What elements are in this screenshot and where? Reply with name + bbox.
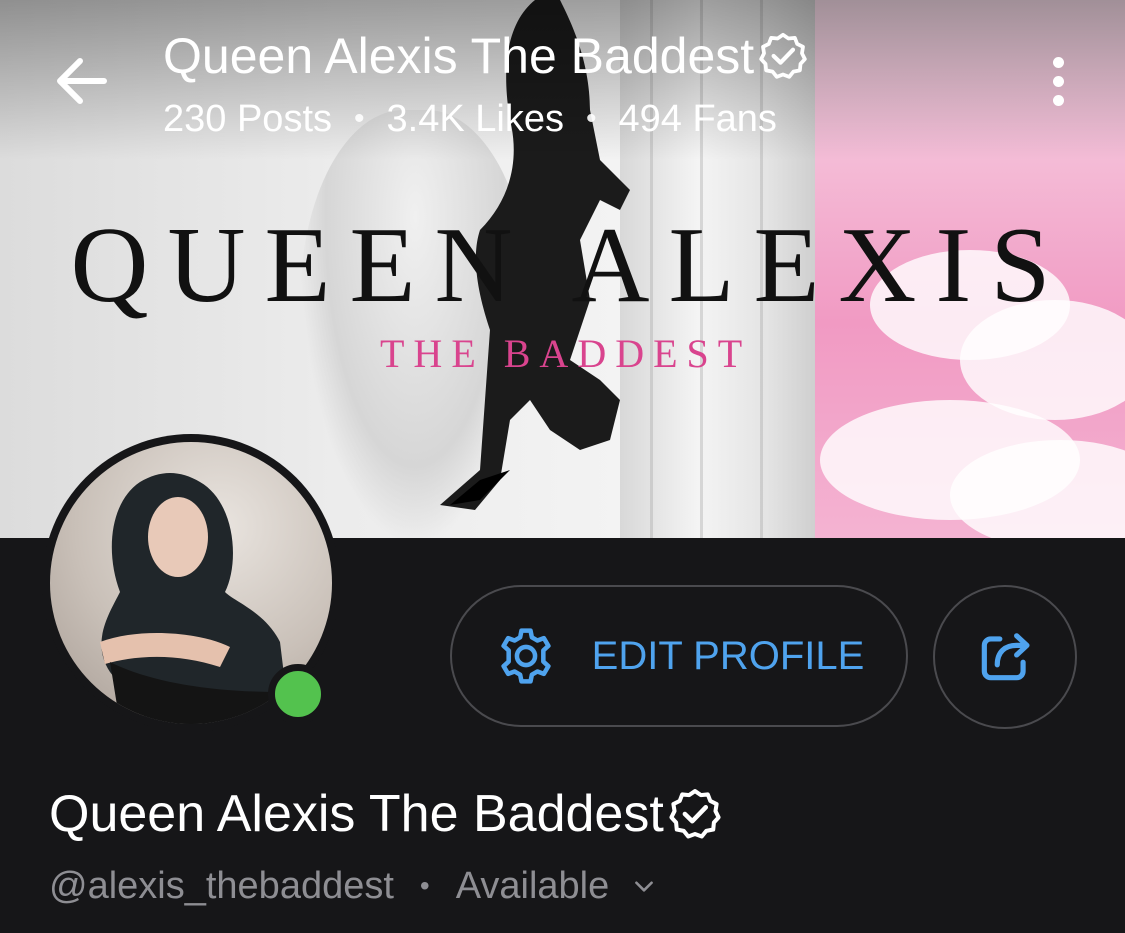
header-stats: 230 Posts • 3.4K Likes • 494 Fans xyxy=(163,96,777,142)
more-options-button[interactable] xyxy=(1038,52,1078,112)
separator-dot: • xyxy=(419,870,430,901)
share-button[interactable] xyxy=(933,585,1077,729)
separator-dot: • xyxy=(354,102,365,135)
verified-badge-icon xyxy=(759,32,807,79)
availability-dropdown[interactable]: Available xyxy=(456,862,658,910)
share-icon xyxy=(981,633,1030,681)
verified-badge-icon xyxy=(669,789,721,839)
username: @alexis_thebaddest xyxy=(49,865,394,907)
posts-count[interactable]: 230 Posts xyxy=(163,96,332,142)
cover-brand-title: QUEEN ALEXIS xyxy=(70,206,1070,325)
availability-status: Available xyxy=(455,865,610,907)
edit-profile-button[interactable]: EDIT PROFILE xyxy=(450,585,908,727)
header-title: Queen Alexis The Baddest xyxy=(163,26,808,86)
chevron-down-icon xyxy=(635,881,654,892)
profile-subline: @alexis_thebaddest • Available xyxy=(49,862,657,910)
cover-brand-subtitle: THE BADDEST xyxy=(380,331,752,376)
back-button[interactable] xyxy=(52,52,110,110)
arrow-left-icon xyxy=(57,58,107,104)
more-vertical-icon xyxy=(1038,57,1078,106)
fans-count[interactable]: 494 Fans xyxy=(618,96,776,142)
profile-display-name: Queen Alexis The Baddest xyxy=(49,782,722,846)
display-name-text: Queen Alexis The Baddest xyxy=(49,785,664,843)
separator-dot: • xyxy=(585,102,597,135)
header-title-text: Queen Alexis The Baddest xyxy=(163,28,755,84)
gear-icon xyxy=(501,628,551,684)
online-status-dot xyxy=(268,664,328,724)
likes-count[interactable]: 3.4K Likes xyxy=(387,96,564,142)
edit-profile-label: EDIT PROFILE xyxy=(591,633,865,678)
